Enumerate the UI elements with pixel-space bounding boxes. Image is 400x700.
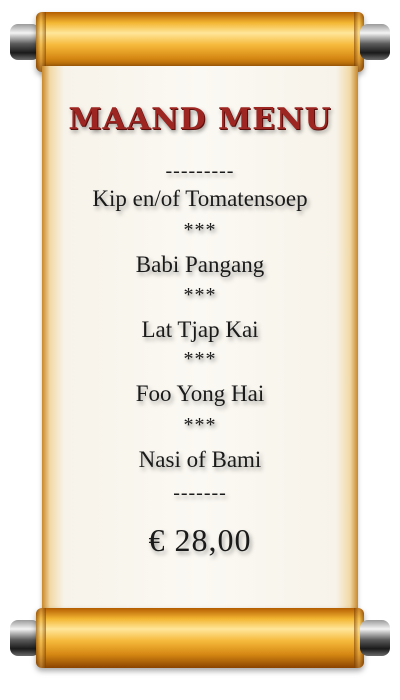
menu-item: Nasi of Bami [138,447,262,472]
item-divider: *** [183,348,217,370]
item-divider: *** [183,284,217,306]
menu-item: Lat Tjap Kai [141,317,259,342]
separator-bottom: ------- [173,482,227,504]
menu-item: Kip en/of Tomatensoep [92,186,308,211]
item-divider: *** [183,219,217,241]
roller-rod [36,608,364,668]
scroll-top-roller [10,12,390,72]
menu-price: € 28,00 [148,522,252,558]
menu-item: Babi Pangang [135,252,265,277]
roller-rod [36,12,364,72]
item-divider: *** [183,414,217,436]
menu-title: MAAND MENU [68,102,332,137]
scroll-bottom-roller [10,608,390,668]
roller-cap-right [360,24,390,60]
roller-cap-right [360,620,390,656]
menu-item: Foo Yong Hai [135,381,265,406]
separator-top: --------- [165,160,235,182]
